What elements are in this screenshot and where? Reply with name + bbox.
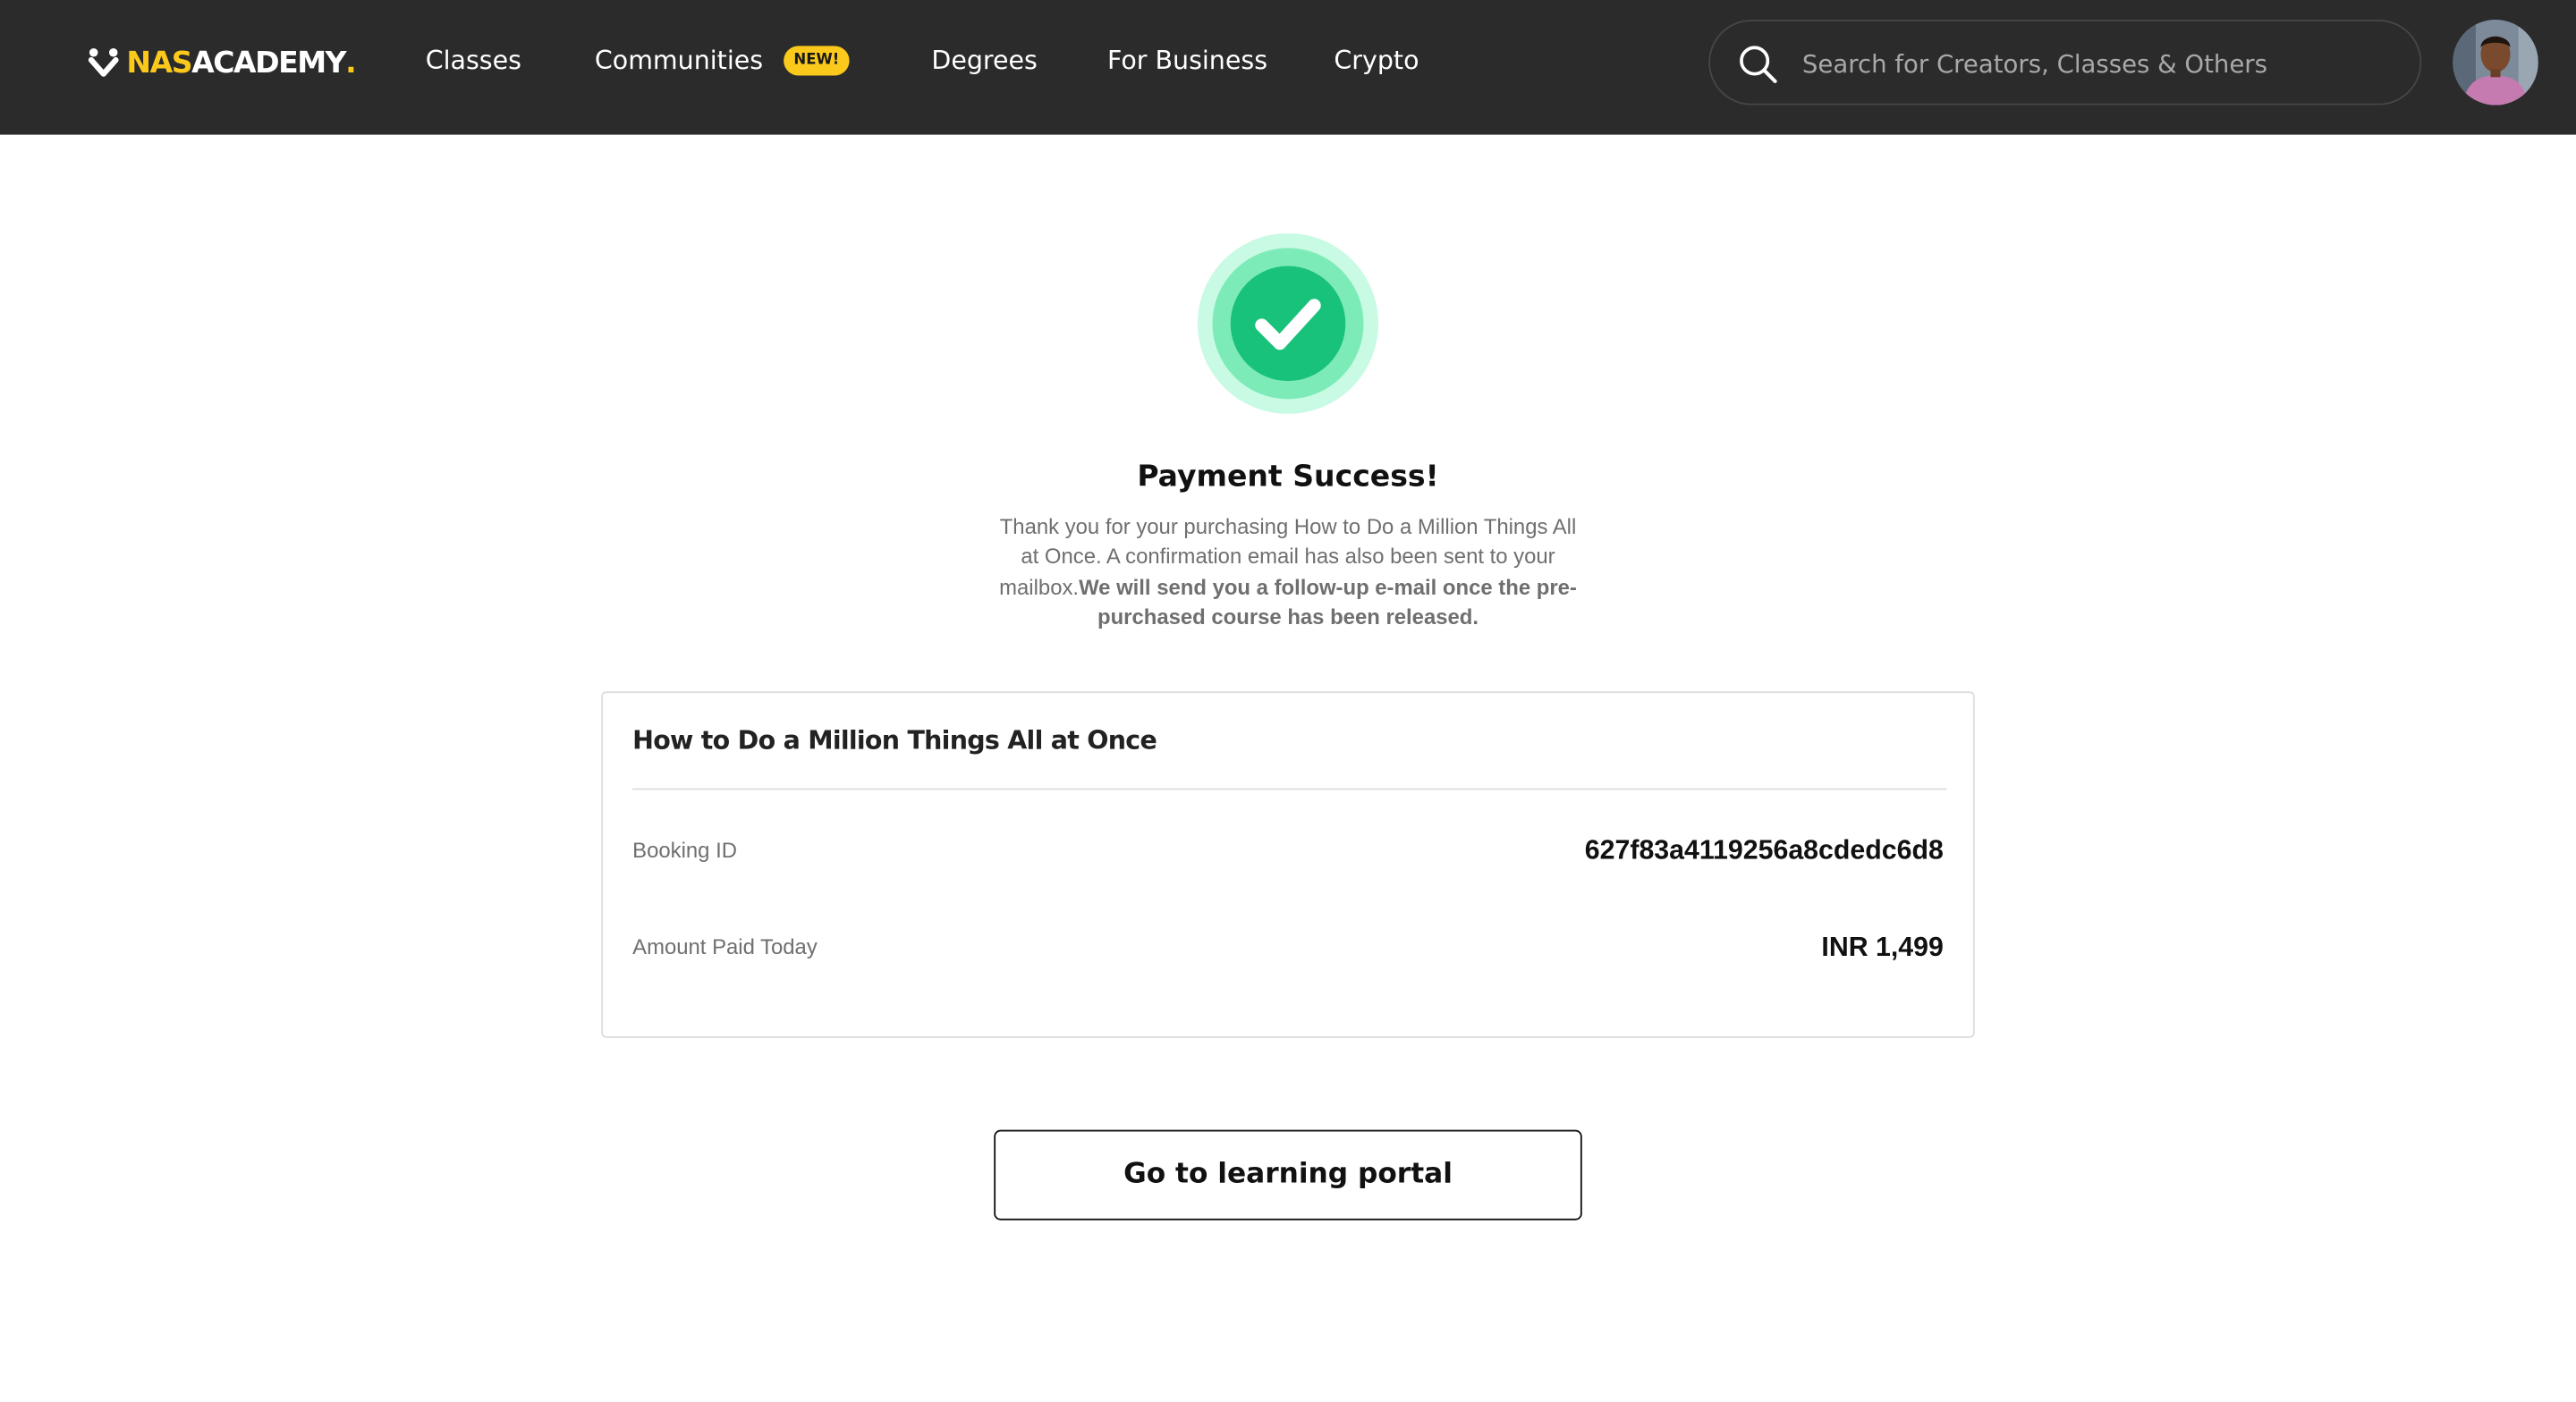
amount-paid-label: Amount Paid Today xyxy=(632,934,818,959)
course-title: How to Do a Million Things All at Once xyxy=(632,725,1157,756)
new-badge: NEW! xyxy=(784,46,850,76)
nav-crypto[interactable]: Crypto xyxy=(1334,45,1419,78)
nav-communities[interactable]: Communities xyxy=(595,45,763,78)
logo-text-nas: NAS xyxy=(126,45,192,80)
confirmation-message: Thank you for your purchasing How to Do … xyxy=(992,512,1583,632)
nav-for-business[interactable]: For Business xyxy=(1107,45,1267,78)
search-bar[interactable] xyxy=(1708,20,2422,106)
avatar-image xyxy=(2453,20,2538,106)
nas-academy-logo[interactable]: NAS ACADEMY. xyxy=(87,41,357,84)
message-bold-text: We will send you a follow-up e-mail once… xyxy=(1079,574,1577,629)
logo-dot: . xyxy=(345,45,357,80)
booking-id-value: 627f83a4119256a8cdedc6d8 xyxy=(1584,835,1944,866)
amount-paid-value: INR 1,499 xyxy=(1821,933,1944,963)
booking-id-label: Booking ID xyxy=(632,837,737,863)
go-to-learning-portal-button[interactable]: Go to learning portal xyxy=(994,1129,1582,1220)
payment-success-page: NAS ACADEMY. Classes Communities NEW! Deg… xyxy=(0,0,2576,1401)
page-title: Payment Success! xyxy=(1137,460,1439,494)
nav-degrees[interactable]: Degrees xyxy=(931,45,1037,78)
card-divider xyxy=(632,788,1947,790)
search-input[interactable] xyxy=(1801,42,2394,86)
success-check-icon xyxy=(1197,232,1379,414)
booking-summary-card: How to Do a Million Things All at Once B… xyxy=(601,691,1975,1038)
logo-text-academy: ACADEMY xyxy=(191,45,346,80)
search-icon[interactable] xyxy=(1736,43,1779,86)
nav-classes[interactable]: Classes xyxy=(426,45,521,78)
logo-check-icon xyxy=(88,48,119,77)
user-avatar[interactable] xyxy=(2453,20,2538,106)
top-navigation-bar: NAS ACADEMY. Classes Communities NEW! Deg… xyxy=(0,0,2576,135)
